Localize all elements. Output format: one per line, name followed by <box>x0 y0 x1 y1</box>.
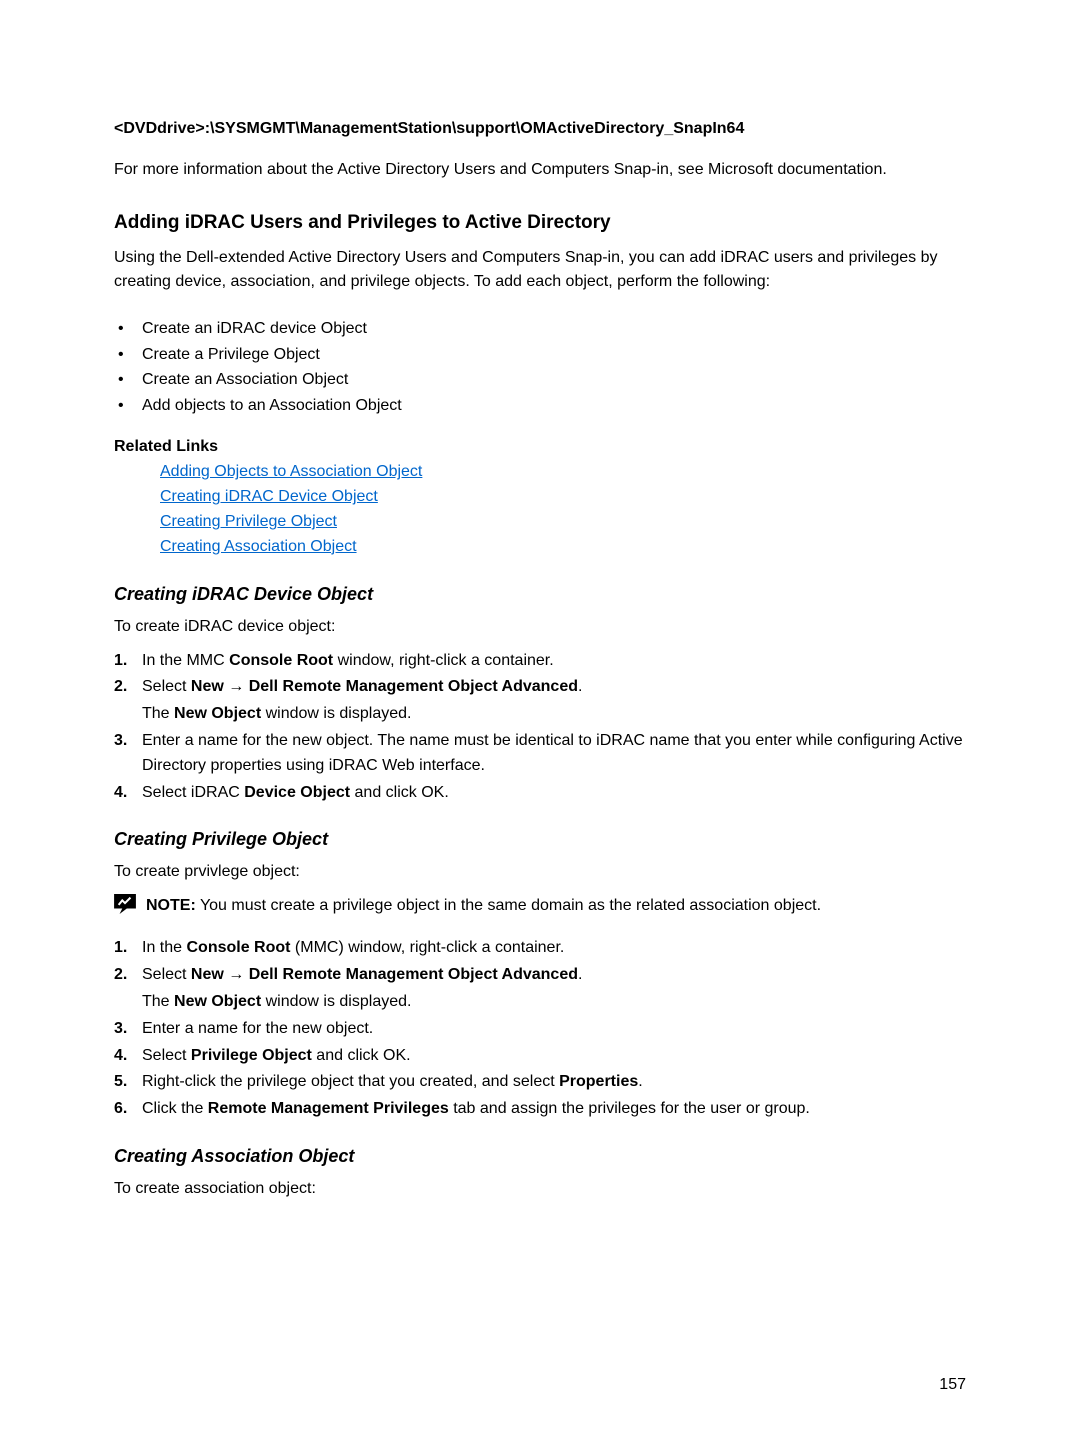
step-item: Select New → Dell Remote Management Obje… <box>114 963 966 1015</box>
step-item: Right-click the privilege object that yo… <box>114 1070 966 1095</box>
list-item: Create an iDRAC device Object <box>114 316 966 342</box>
step-item: Enter a name for the new object. The nam… <box>114 729 966 779</box>
section3-steps: In the Console Root (MMC) window, right-… <box>114 936 966 1122</box>
section4-intro: To create association object: <box>114 1177 966 1201</box>
section-heading-creating-association: Creating Association Object <box>114 1146 966 1167</box>
related-links-label: Related Links <box>114 438 966 456</box>
related-links-list: Adding Objects to Association Object Cre… <box>114 460 966 559</box>
page-number: 157 <box>939 1376 966 1394</box>
section-heading-adding-users: Adding iDRAC Users and Privileges to Act… <box>114 212 966 234</box>
section2-intro: To create iDRAC device object: <box>114 615 966 639</box>
link-creating-idrac-device[interactable]: Creating iDRAC Device Object <box>160 488 378 505</box>
link-creating-privilege[interactable]: Creating Privilege Object <box>160 513 337 530</box>
section-heading-creating-device: Creating iDRAC Device Object <box>114 584 966 605</box>
list-item: Create an Association Object <box>114 367 966 393</box>
section3-intro: To create prvivlege object: <box>114 860 966 884</box>
list-item: Add objects to an Association Object <box>114 393 966 419</box>
step-item: In the MMC Console Root window, right-cl… <box>114 649 966 674</box>
note-icon <box>114 894 136 914</box>
link-creating-association[interactable]: Creating Association Object <box>160 538 357 555</box>
section2-steps: In the MMC Console Root window, right-cl… <box>114 649 966 806</box>
note-block: NOTE: You must create a privilege object… <box>114 894 966 918</box>
list-item: Create a Privilege Object <box>114 342 966 368</box>
note-text: NOTE: You must create a privilege object… <box>146 894 821 918</box>
step-item: Select New → Dell Remote Management Obje… <box>114 675 966 727</box>
section-heading-creating-privilege: Creating Privilege Object <box>114 829 966 850</box>
file-path: <DVDdrive>:\SYSMGMT\ManagementStation\su… <box>114 120 966 138</box>
intro-paragraph: For more information about the Active Di… <box>114 158 966 182</box>
section1-bullet-list: Create an iDRAC device Object Create a P… <box>114 316 966 418</box>
step-item: Click the Remote Management Privileges t… <box>114 1097 966 1122</box>
step-item: Select Privilege Object and click OK. <box>114 1044 966 1069</box>
step-item: Enter a name for the new object. <box>114 1017 966 1042</box>
section1-paragraph: Using the Dell-extended Active Directory… <box>114 246 966 294</box>
step-item: In the Console Root (MMC) window, right-… <box>114 936 966 961</box>
step-item: Select iDRAC Device Object and click OK. <box>114 781 966 806</box>
link-adding-objects[interactable]: Adding Objects to Association Object <box>160 463 422 480</box>
